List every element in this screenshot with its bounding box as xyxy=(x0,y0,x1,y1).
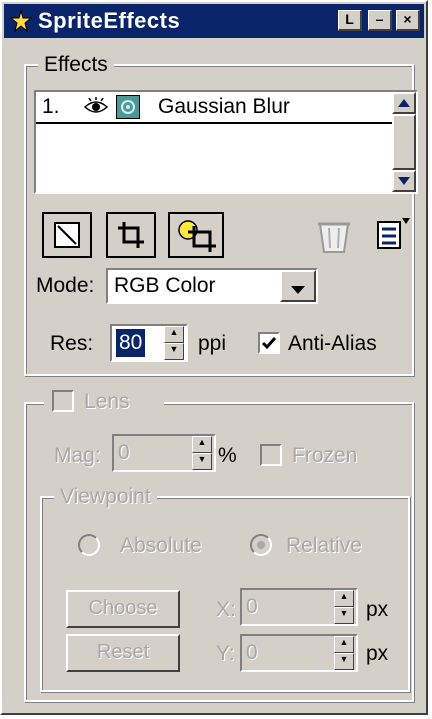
close-button[interactable]: × xyxy=(396,10,420,31)
y-stepper[interactable]: ▲ ▼ xyxy=(334,636,354,670)
scroll-up-button[interactable] xyxy=(392,92,416,114)
lens-checkbox[interactable] xyxy=(52,390,74,412)
anti-alias-label: Anti-Alias xyxy=(288,332,377,355)
x-value: 0 xyxy=(246,595,258,618)
mag-label: Mag: xyxy=(54,444,101,467)
absolute-radio[interactable] xyxy=(78,534,100,556)
mag-stepper[interactable]: ▲ ▼ xyxy=(192,436,212,470)
new-layer-icon xyxy=(52,220,82,255)
mode-dropdown-button[interactable] xyxy=(280,270,316,302)
x-unit: px xyxy=(366,598,389,621)
mag-value: 0 xyxy=(118,441,130,464)
reset-button[interactable]: Reset xyxy=(66,634,180,672)
y-field[interactable]: 0 ▲ ▼ xyxy=(240,634,358,672)
crop-lens-icon xyxy=(176,218,218,259)
mag-unit: % xyxy=(218,444,237,467)
scroll-thumb[interactable] xyxy=(392,114,416,170)
absolute-label: Absolute xyxy=(120,534,202,557)
scroll-down-button[interactable] xyxy=(392,170,416,192)
x-label: X: xyxy=(216,598,236,621)
y-unit: px xyxy=(366,642,389,665)
radio-dot-icon xyxy=(257,541,265,549)
trash-icon[interactable] xyxy=(314,216,354,256)
chevron-down-icon xyxy=(290,282,306,300)
effects-group-label: Effects xyxy=(38,53,114,77)
res-field[interactable]: 80 ▲ ▼ xyxy=(110,324,188,362)
res-label: Res: xyxy=(50,332,94,355)
y-label: Y: xyxy=(216,642,235,665)
list-item[interactable]: 1. Gaussian Blur xyxy=(36,92,392,124)
panel-options-icon[interactable] xyxy=(372,214,412,254)
mode-value: RGB Color xyxy=(114,274,216,297)
effects-list-scrollbar[interactable] xyxy=(392,92,416,192)
viewpoint-group-label: Viewpoint xyxy=(54,485,157,509)
mode-label: Mode: xyxy=(36,274,95,297)
window-title: SpriteEffects xyxy=(38,8,181,33)
effect-thumbnail-icon xyxy=(116,95,140,119)
minimize-button[interactable]: – xyxy=(368,10,392,31)
x-stepper[interactable]: ▲ ▼ xyxy=(334,590,354,624)
y-value: 0 xyxy=(246,641,258,664)
res-value: 80 xyxy=(116,329,146,357)
eye-icon[interactable] xyxy=(83,96,109,118)
relative-label: Relative xyxy=(286,534,362,557)
anti-alias-checkbox[interactable] xyxy=(258,332,280,354)
crop-lens-button[interactable] xyxy=(168,212,224,258)
app-icon xyxy=(9,9,33,33)
panel-menu-button[interactable]: L xyxy=(338,10,362,31)
choose-button[interactable]: Choose xyxy=(66,590,180,628)
checkmark-icon xyxy=(261,335,277,356)
relative-radio[interactable] xyxy=(250,534,272,556)
lens-label: Lens xyxy=(84,390,130,413)
mode-select[interactable]: RGB Color xyxy=(106,268,318,304)
title-bar[interactable]: SpriteEffects L – × xyxy=(4,4,424,38)
mag-field[interactable]: 0 ▲ ▼ xyxy=(112,434,216,472)
new-effect-button[interactable] xyxy=(42,212,92,258)
effect-name: Gaussian Blur xyxy=(158,95,290,118)
x-field[interactable]: 0 ▲ ▼ xyxy=(240,588,358,626)
effect-index: 1. xyxy=(42,95,60,118)
frozen-label: Frozen xyxy=(292,444,358,467)
crop-button[interactable] xyxy=(106,212,156,258)
res-unit: ppi xyxy=(198,332,227,355)
frozen-checkbox[interactable] xyxy=(260,444,282,466)
effects-list[interactable]: 1. Gaussian Blur xyxy=(34,90,418,194)
res-stepper[interactable]: ▲ ▼ xyxy=(164,326,184,360)
sprite-effects-panel: SpriteEffects L – × Effects 1. Gaussian … xyxy=(0,0,428,715)
crop-icon xyxy=(116,220,146,255)
